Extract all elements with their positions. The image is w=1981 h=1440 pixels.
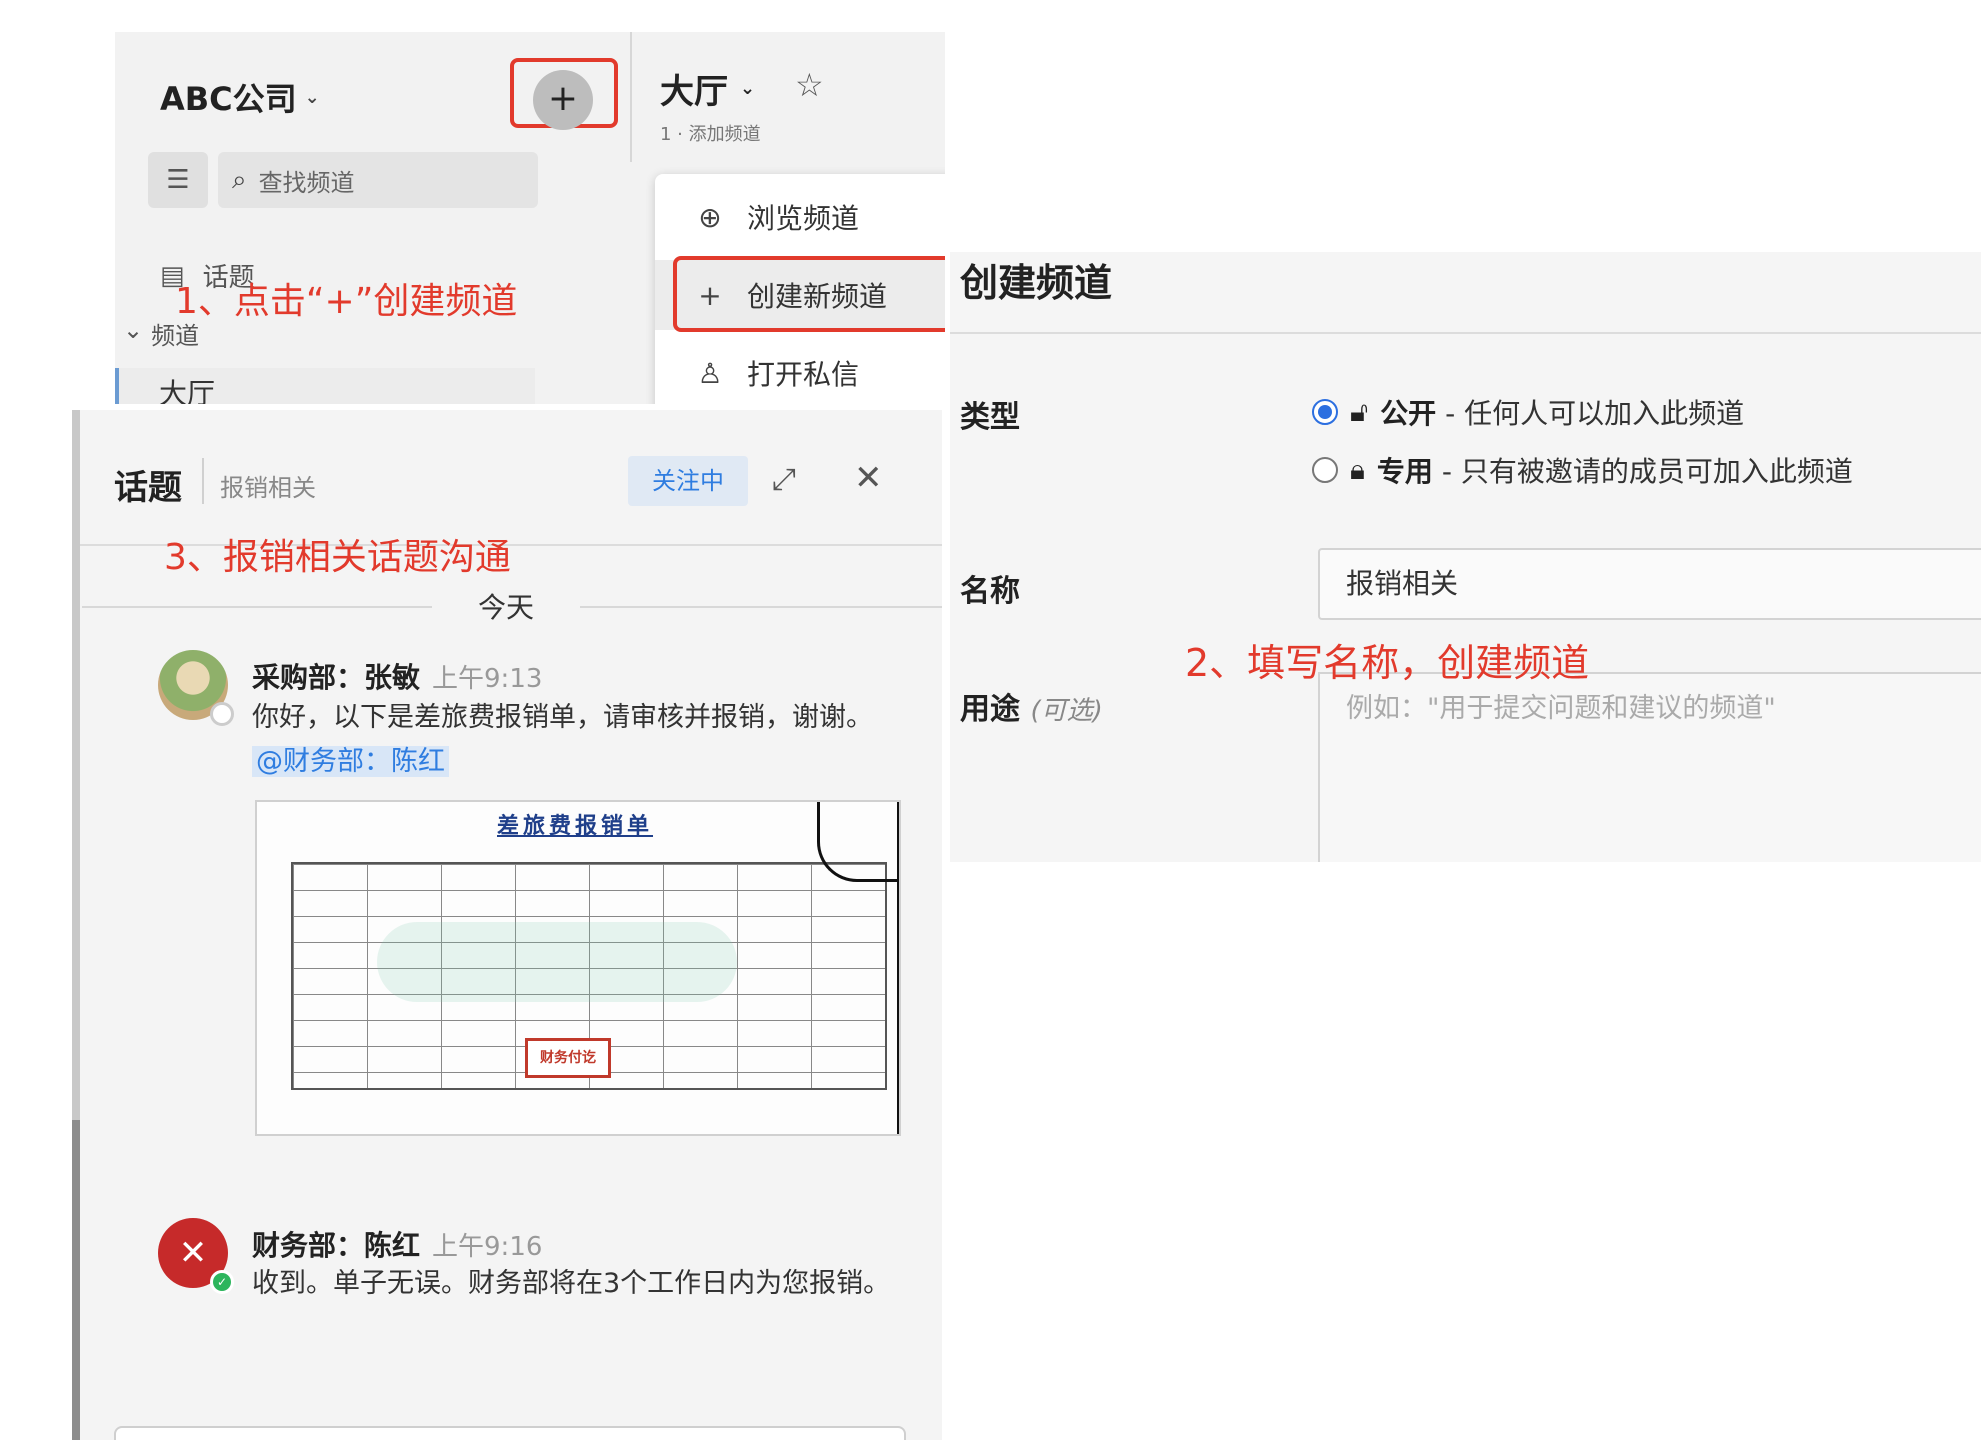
menu-item-open-dm[interactable]: ♙ 打开私信 — [655, 338, 945, 404]
radio-button[interactable] — [1312, 457, 1338, 483]
lock-icon: 🔒︎ — [1350, 453, 1365, 486]
radio-button-selected[interactable] — [1312, 399, 1338, 425]
public-desc: - 任何人可以加入此频道 — [1436, 397, 1745, 430]
private-label: 专用 — [1376, 455, 1433, 488]
sketch-decoration — [897, 802, 899, 1134]
chevron-down-icon: ⌄ — [304, 86, 320, 108]
lobby-label: 大厅 — [159, 377, 216, 404]
add-menu: ⊕ 浏览频道 + 创建新频道 ♙ 打开私信 — [655, 174, 945, 404]
menu-item-label: 打开私信 — [747, 358, 860, 391]
thread-title: 话题 — [114, 468, 182, 508]
channel-name-input[interactable]: 报销相关 — [1318, 548, 1981, 620]
scrollbar-thumb[interactable] — [72, 1120, 80, 1440]
channel-subinfo: 1 · 添加频道 — [660, 124, 761, 145]
private-desc: - 只有被邀请的成员可加入此频道 — [1432, 455, 1853, 488]
annotation-step3: 3、报销相关话题沟通 — [164, 537, 511, 578]
globe-icon: ⊕ — [698, 200, 722, 234]
chevron-down-icon: ⌄ — [123, 316, 144, 344]
message-time: 上午9:13 — [432, 664, 543, 694]
reply-input[interactable] — [114, 1426, 906, 1440]
search-icon: ⌕ — [232, 164, 247, 195]
channel-title[interactable]: 大厅 ⌄ — [660, 64, 755, 113]
public-label: 公开 — [1380, 397, 1437, 430]
company-name: ABC公司 — [160, 80, 297, 118]
follow-button[interactable]: 关注中 — [628, 456, 748, 506]
divider — [950, 332, 1981, 334]
optional-label: (可选) — [1030, 696, 1103, 726]
name-label: 名称 — [960, 574, 1020, 609]
radio-public[interactable]: 🔓︎ 公开 - 任何人可以加入此频道 — [1312, 392, 1744, 432]
highlight-box — [673, 256, 945, 332]
purpose-label-text: 用途 — [960, 692, 1020, 727]
add-button[interactable]: + — [533, 70, 593, 130]
status-offline-icon — [210, 702, 234, 726]
annotation-step1: 1、点击“+”创建频道 — [175, 281, 518, 322]
divider — [202, 458, 204, 504]
watermark — [377, 922, 737, 1002]
divider — [630, 32, 632, 162]
sender-name[interactable]: 财务部：陈红 — [252, 1229, 420, 1262]
search-placeholder: 查找频道 — [258, 168, 355, 197]
status-online-icon: ✓ — [210, 1270, 234, 1294]
person-icon: ♙ — [697, 356, 723, 390]
filter-button[interactable]: ☰ — [148, 152, 208, 208]
day-label: 今天 — [432, 586, 580, 626]
dialog-title: 创建频道 — [960, 261, 1113, 305]
create-channel-dialog: 创建频道 类型 🔓︎ 公开 - 任何人可以加入此频道 🔒︎ 专用 - 只有被邀请… — [950, 252, 1981, 862]
message-header: 采购部：张敏 上午9:13 — [252, 656, 542, 696]
unlock-icon: 🔓︎ — [1350, 395, 1369, 428]
attachment-image[interactable]: 差旅费报销单 财务付讫 — [255, 800, 901, 1136]
attachment-title: 差旅费报销单 — [497, 814, 654, 839]
purpose-label: 用途 (可选) — [960, 684, 1103, 728]
expand-icon[interactable]: ⤢ — [772, 462, 796, 497]
sidebar-panel: ABC公司 ⌄ + 大厅 ⌄ ☆ 1 · 添加频道 ☰ ⌕ 查找频道 ▤ 话题 … — [115, 32, 945, 404]
type-label: 类型 — [960, 400, 1020, 435]
channel-title-text: 大厅 — [660, 72, 728, 112]
close-icon[interactable]: ✕ — [854, 458, 883, 498]
stamp: 财务付讫 — [525, 1038, 611, 1078]
thread-panel: 话题 报销相关 关注中 ⤢ ✕ 3、报销相关话题沟通 今天 采购部：张敏 上午9:… — [72, 410, 942, 1440]
sidebar-item-lobby[interactable]: 大厅 — [115, 368, 535, 404]
message-text: 收到。单子无误。财务部将在3个工作日内为您报销。 — [252, 1268, 891, 1299]
message-text: 你好，以下是差旅费报销单，请审核并报销，谢谢。 @财务部：陈红 — [252, 696, 892, 784]
annotation-step2: 2、填写名称，创建频道 — [1185, 641, 1590, 685]
message-body: 你好，以下是差旅费报销单，请审核并报销，谢谢。 — [252, 702, 873, 733]
sender-name[interactable]: 采购部：张敏 — [252, 661, 420, 694]
message-header: 财务部：陈红 上午9:16 — [252, 1224, 542, 1264]
company-switcher[interactable]: ABC公司 ⌄ — [160, 74, 320, 120]
menu-item-browse-channels[interactable]: ⊕ 浏览频道 — [655, 182, 945, 252]
filter-icon: ☰ — [166, 165, 190, 195]
menu-item-label: 浏览频道 — [747, 202, 860, 235]
chevron-down-icon: ⌄ — [740, 78, 756, 99]
thread-channel-name: 报销相关 — [220, 474, 316, 502]
sketch-decoration — [817, 802, 899, 882]
mention-link[interactable]: @财务部：陈红 — [252, 746, 449, 777]
purpose-textarea[interactable]: 例如："用于提交问题和建议的频道" — [1318, 672, 1981, 862]
radio-private[interactable]: 🔒︎ 专用 - 只有被邀请的成员可加入此频道 — [1312, 450, 1853, 490]
message-time: 上午9:16 — [432, 1232, 543, 1262]
channel-search-input[interactable]: ⌕ 查找频道 — [218, 152, 538, 208]
star-icon[interactable]: ☆ — [795, 66, 824, 104]
